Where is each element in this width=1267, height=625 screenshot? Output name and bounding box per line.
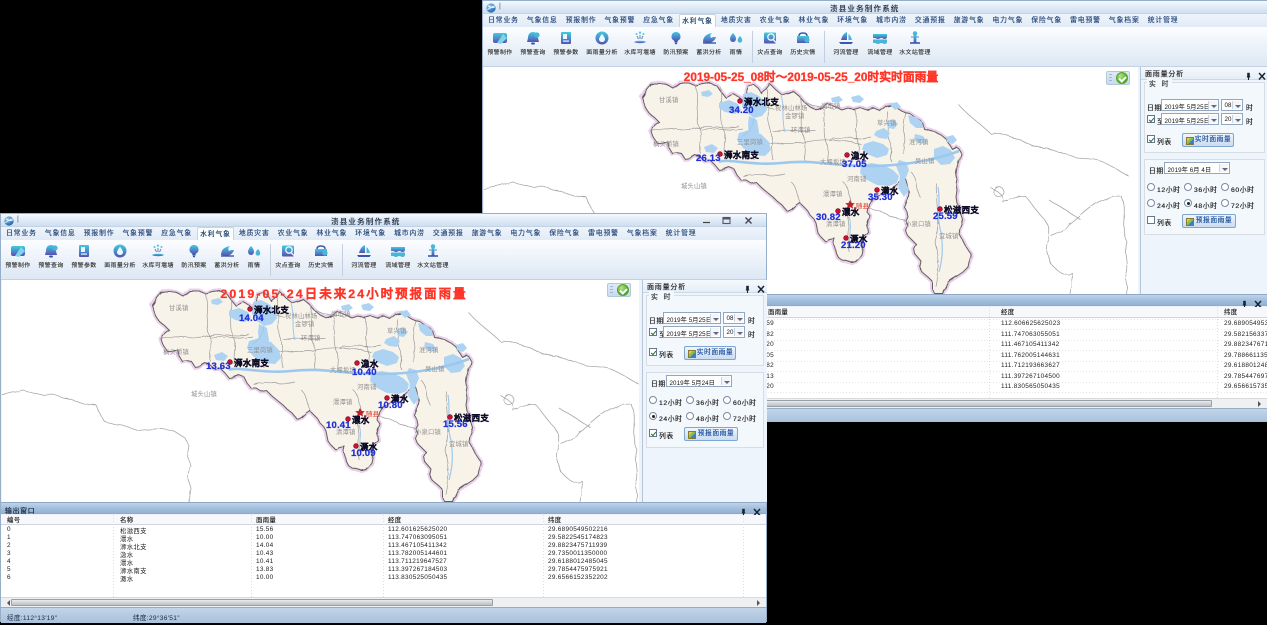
- svg-text:14.04: 14.04: [239, 313, 264, 324]
- svg-text:10.80: 10.80: [378, 400, 403, 411]
- svg-text:15.56: 15.56: [443, 419, 468, 430]
- svg-text:35.30: 35.30: [868, 192, 893, 203]
- svg-text:2019-05-25_08时～2019-05-25_20时实: 2019-05-25_08时～2019-05-25_20时实时面雨量: [684, 70, 939, 84]
- svg-text:37.05: 37.05: [842, 159, 867, 170]
- svg-text:2019-05-24日未来24小时预报面雨量: 2019-05-24日未来24小时预报面雨量: [220, 286, 467, 301]
- svg-text:25.59: 25.59: [933, 211, 958, 222]
- svg-text:10.41: 10.41: [326, 420, 351, 431]
- svg-text:30.82: 30.82: [816, 212, 841, 223]
- svg-text:10.09: 10.09: [351, 448, 376, 459]
- svg-text:26.13: 26.13: [696, 153, 721, 164]
- svg-text:34.20: 34.20: [729, 105, 754, 116]
- svg-text:10.40: 10.40: [352, 367, 377, 378]
- svg-text:13.63: 13.63: [206, 361, 231, 372]
- svg-text:21.20: 21.20: [841, 240, 866, 251]
